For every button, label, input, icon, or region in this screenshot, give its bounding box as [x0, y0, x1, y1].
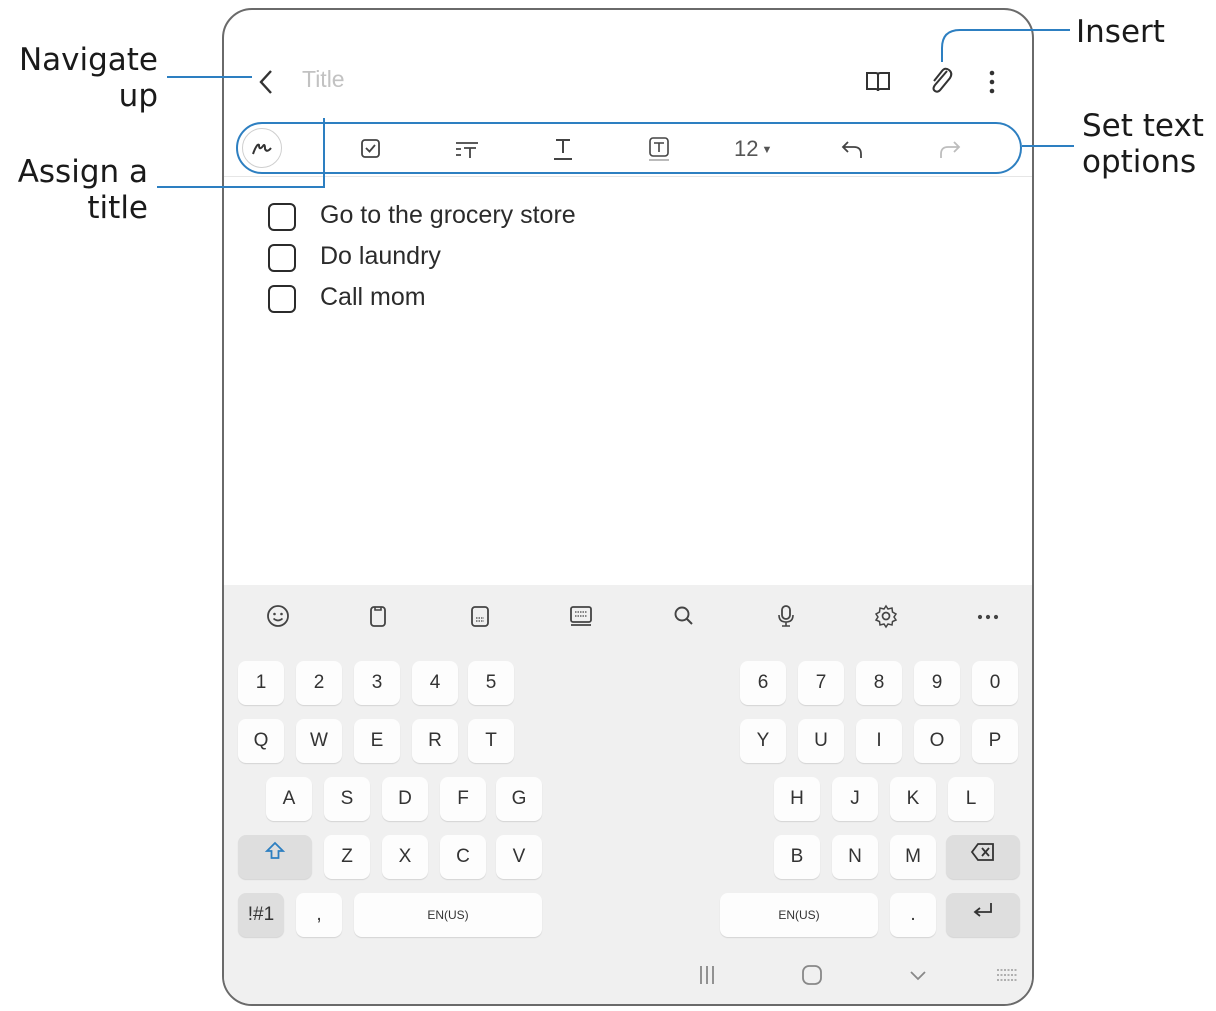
callout-lines [157, 29, 1074, 188]
